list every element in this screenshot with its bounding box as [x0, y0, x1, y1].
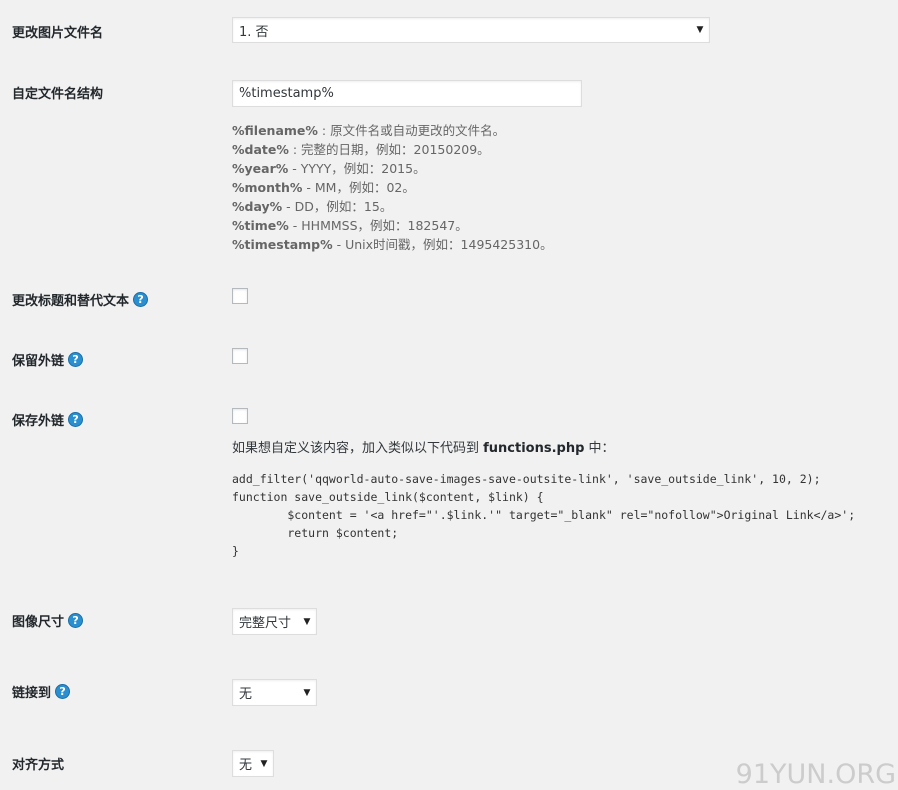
alignment-select-value: 无 [239, 758, 253, 773]
watermark: 91YUN.ORG [735, 759, 896, 790]
filename-structure-input[interactable] [232, 80, 582, 107]
keep-outside-link-label-text: 保留外链 [12, 354, 65, 369]
alignment-select[interactable]: 无 ▼ [232, 750, 274, 777]
save-outside-link-checkbox[interactable] [232, 408, 248, 424]
chevron-down-icon: ▼ [303, 616, 311, 627]
desc-text: - MM，例如：02。 [302, 180, 415, 195]
save-outside-link-label-text: 保存外链 [12, 414, 65, 429]
note-prefix: 如果想自定义该内容，加入类似以下代码到 [232, 441, 484, 456]
change-title-alt-label: 更改标题和替代文本 ? [12, 290, 149, 309]
change-title-alt-label-text: 更改标题和替代文本 [12, 294, 130, 309]
rename-file-select[interactable]: 1. 否 ▼ [232, 17, 710, 43]
image-size-label: 图像尺寸 ? [12, 611, 84, 630]
desc-key: %date% [232, 142, 289, 157]
desc-line: %time% - HHMMSS，例如：182547。 [232, 216, 553, 235]
desc-key: %timestamp% [232, 237, 333, 252]
desc-line: %day% - DD，例如：15。 [232, 197, 553, 216]
image-size-select-value: 完整尺寸 [239, 616, 292, 631]
desc-key: %filename% [232, 123, 318, 138]
chevron-down-icon: ▼ [260, 758, 268, 769]
code-snippet: add_filter('qqworld-auto-save-images-sav… [232, 472, 856, 558]
alignment-label-text: 对齐方式 [12, 758, 65, 773]
rename-file-select-value: 1. 否 [239, 24, 269, 40]
help-icon[interactable]: ? [68, 352, 84, 367]
filename-structure-label-text: 自定文件名结构 [12, 87, 104, 102]
link-to-label-text: 链接到 [12, 686, 52, 701]
link-to-select-value: 无 [239, 687, 253, 702]
rename-file-label-text: 更改图片文件名 [12, 26, 104, 41]
alignment-label: 对齐方式 [12, 754, 64, 773]
filename-structure-description: %filename% : 原文件名或自动更改的文件名。 %date% : 完整的… [232, 121, 553, 254]
desc-line: %month% - MM，例如：02。 [232, 178, 553, 197]
desc-line: %year% - YYYY，例如：2015。 [232, 159, 553, 178]
image-size-select[interactable]: 完整尺寸 ▼ [232, 608, 317, 635]
chevron-down-icon: ▼ [303, 687, 311, 698]
help-icon[interactable]: ? [68, 613, 84, 628]
link-to-label: 链接到 ? [12, 682, 71, 701]
help-icon[interactable]: ? [133, 292, 149, 307]
save-outside-link-note: 如果想自定义该内容，加入类似以下代码到 functions.php 中： [232, 437, 615, 456]
note-suffix: 中： [584, 441, 615, 456]
desc-key: %time% [232, 218, 289, 233]
desc-text: - Unix时间戳，例如：1495425310。 [332, 237, 553, 252]
note-file: functions.php [483, 441, 585, 456]
image-size-label-text: 图像尺寸 [12, 615, 65, 630]
chevron-down-icon: ▼ [696, 25, 704, 35]
help-icon[interactable]: ? [55, 684, 71, 699]
desc-text: : 完整的日期，例如：20150209。 [288, 142, 490, 157]
desc-key: %month% [232, 180, 303, 195]
link-to-select[interactable]: 无 ▼ [232, 679, 317, 706]
keep-outside-link-label: 保留外链 ? [12, 350, 84, 369]
desc-text: - DD，例如：15。 [282, 199, 393, 214]
desc-text: - HHMMSS，例如：182547。 [288, 218, 468, 233]
save-outside-link-label: 保存外链 ? [12, 410, 84, 429]
desc-key: %year% [232, 161, 289, 176]
help-icon[interactable]: ? [68, 412, 84, 427]
filename-structure-label: 自定文件名结构 [12, 83, 103, 102]
desc-key: %day% [232, 199, 283, 214]
desc-text: - YYYY，例如：2015。 [288, 161, 426, 176]
rename-file-label: 更改图片文件名 [12, 22, 103, 41]
desc-line: %filename% : 原文件名或自动更改的文件名。 [232, 121, 553, 140]
desc-line: %date% : 完整的日期，例如：20150209。 [232, 140, 553, 159]
desc-text: : 原文件名或自动更改的文件名。 [317, 123, 506, 138]
keep-outside-link-checkbox[interactable] [232, 348, 248, 364]
change-title-alt-checkbox[interactable] [232, 288, 248, 304]
desc-line: %timestamp% - Unix时间戳，例如：1495425310。 [232, 235, 553, 254]
